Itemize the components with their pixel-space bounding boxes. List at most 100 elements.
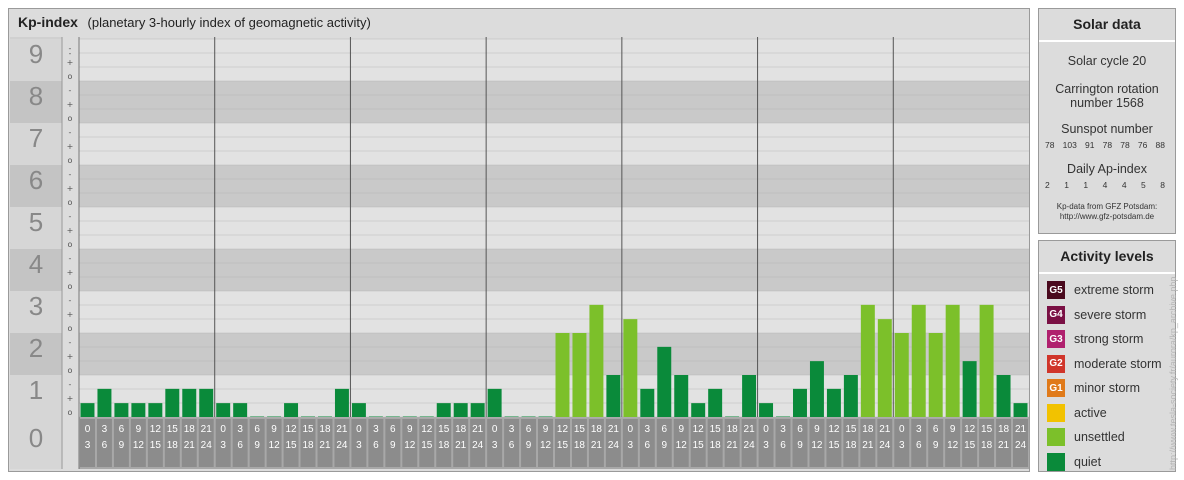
kp-bar [504, 416, 519, 417]
hour-label-start: 0 [492, 424, 498, 435]
kp-bar [182, 388, 197, 417]
hour-label-start: 18 [862, 424, 874, 435]
activity-label: moderate storm [1074, 356, 1162, 371]
kp-bar [623, 319, 638, 417]
kp-bar [301, 416, 315, 417]
hour-label-start: 0 [628, 424, 634, 435]
minor-mark: + [67, 100, 74, 109]
hour-label-end: 18 [167, 440, 179, 451]
minor-mark: o [68, 240, 73, 249]
kp-bar [962, 361, 977, 417]
minor-mark: - [69, 296, 72, 305]
hour-label-end: 3 [899, 440, 905, 451]
day-label: 4 Dec 1970 [795, 37, 857, 39]
hour-label-start: 9 [950, 424, 956, 435]
sunspot-value: 91 [1084, 140, 1095, 150]
kp-bar-chart: o+-o+-o+-o+-o+-o+-o+-o+-o+--012345678929… [10, 37, 1029, 469]
minor-mark: o [68, 156, 73, 165]
hour-label-start: 6 [661, 424, 667, 435]
activity-label: strong storm [1074, 332, 1144, 347]
kp-band [79, 39, 1029, 81]
hour-label-start: 9 [407, 424, 413, 435]
activity-level-item: active [1039, 401, 1175, 426]
day-label: 30 Nov 1970 [249, 37, 317, 39]
activity-level-item: G4 severe storm [1039, 303, 1175, 328]
minor-mark: o [68, 282, 73, 291]
hour-label-end: 9 [933, 440, 939, 451]
hour-label-end: 21 [319, 440, 331, 451]
hour-label-end: 12 [947, 440, 959, 451]
data-credit: Kp-data from GFZ Potsdam: http://www.gfz… [1039, 202, 1175, 222]
kp-bar [911, 304, 926, 417]
minor-mark: - [69, 170, 72, 179]
day-label: 29 Nov 1970 [113, 37, 181, 39]
y-tick-label: 6 [29, 165, 43, 195]
hour-label-start: 18 [319, 424, 331, 435]
minor-mark: - [69, 128, 72, 137]
sunspot-value: 76 [1137, 140, 1148, 150]
ap-index-value: 5 [1141, 180, 1146, 190]
hour-label-end: 6 [645, 440, 651, 451]
kp-band [79, 249, 1029, 291]
hour-label-end: 15 [150, 440, 162, 451]
hour-label-start: 6 [933, 424, 939, 435]
activity-swatch: G5 [1047, 281, 1065, 300]
hour-label-start: 9 [678, 424, 684, 435]
y-tick-label: 9 [29, 39, 43, 69]
activity-label: severe storm [1074, 307, 1147, 322]
kp-bar [199, 388, 214, 417]
hour-label-start: 0 [220, 424, 226, 435]
hour-label-start: 9 [136, 424, 142, 435]
kp-bar [809, 361, 824, 417]
kp-bar [538, 416, 553, 417]
hour-label-start: 21 [1015, 424, 1027, 435]
kp-bar [351, 403, 366, 417]
activity-level-item: G3 strong storm [1039, 327, 1175, 352]
hour-label-end: 3 [628, 440, 634, 451]
activity-level-item: G2 moderate storm [1039, 352, 1175, 377]
solar-data-panel: Solar data Solar cycle 20 Carrington rot… [1038, 8, 1176, 234]
hour-label-end: 9 [254, 440, 260, 451]
minor-mark: + [67, 58, 74, 67]
hour-label-start: 9 [271, 424, 277, 435]
minor-mark: o [68, 114, 73, 123]
ap-index-values: 2 1 1 4 4 5 8 [1039, 180, 1175, 190]
minor-mark: - [69, 86, 72, 95]
kp-bar [402, 416, 417, 417]
hour-label-end: 21 [862, 440, 874, 451]
hour-label-end: 12 [676, 440, 688, 451]
hour-label-start: 21 [336, 424, 348, 435]
minor-mark: + [67, 352, 74, 361]
kp-bar [657, 346, 672, 417]
sunspot-value: 88 [1155, 140, 1165, 150]
hour-label-end: 9 [661, 440, 667, 451]
hour-label-end: 18 [845, 440, 857, 451]
minor-mark: o [68, 324, 73, 333]
hour-label-end: 18 [981, 440, 993, 451]
activity-label: minor storm [1074, 381, 1140, 396]
hour-label-end: 3 [492, 440, 498, 451]
hour-label-end: 6 [373, 440, 379, 451]
hour-label-start: 15 [438, 424, 450, 435]
hour-label-start: 3 [645, 424, 651, 435]
hour-label-start: 15 [302, 424, 314, 435]
hour-label-start: 3 [780, 424, 786, 435]
hour-label-end: 24 [1015, 440, 1027, 451]
hour-label-end: 15 [557, 440, 569, 451]
kp-bar [368, 416, 383, 417]
kp-index-panel: Kp-index (planetary 3-hourly index of ge… [8, 8, 1030, 472]
minor-mark: - [69, 212, 72, 221]
hour-label-start: 0 [356, 424, 362, 435]
kp-bar [996, 375, 1011, 417]
hour-label-end: 21 [455, 440, 467, 451]
hour-label-start: 6 [254, 424, 260, 435]
kp-bar [267, 416, 282, 417]
chart-header: Kp-index (planetary 3-hourly index of ge… [9, 9, 1029, 36]
hour-label-start: 21 [201, 424, 213, 435]
hour-label-end: 9 [526, 440, 532, 451]
kp-bar [894, 333, 909, 417]
sunspot-values: 78 103 91 78 78 76 88 [1039, 140, 1175, 150]
hour-label-end: 12 [811, 440, 823, 451]
kp-bar [674, 375, 689, 417]
hour-label-start: 0 [85, 424, 91, 435]
